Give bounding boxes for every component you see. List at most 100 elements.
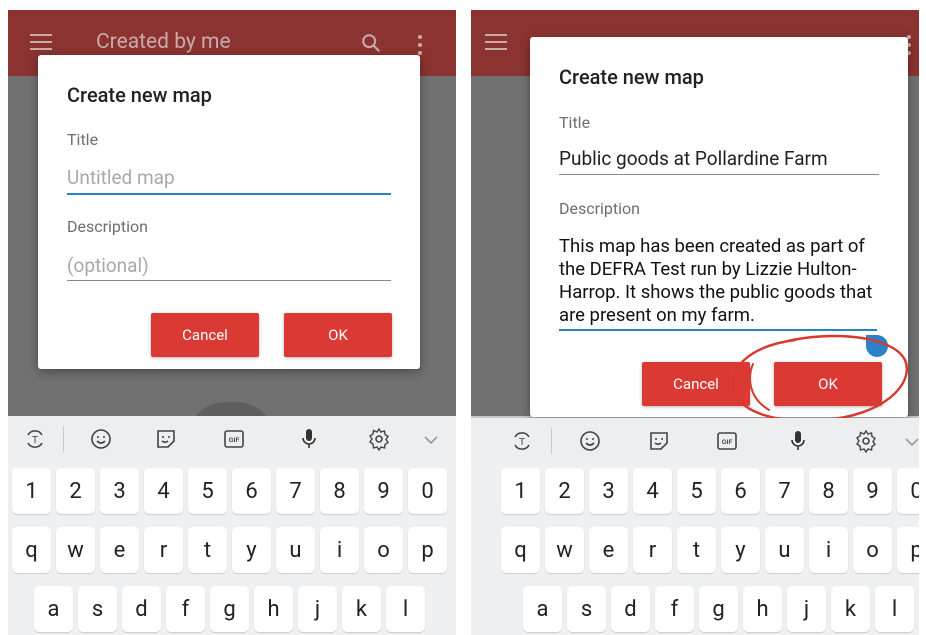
key[interactable]: l bbox=[875, 586, 914, 632]
key[interactable]: y bbox=[721, 527, 760, 573]
chevron-down-icon[interactable] bbox=[899, 428, 919, 454]
key[interactable]: k bbox=[831, 586, 870, 632]
key[interactable]: q bbox=[501, 527, 540, 573]
key[interactable]: p bbox=[897, 527, 919, 573]
key[interactable]: 2 bbox=[56, 468, 95, 514]
key[interactable]: u bbox=[276, 527, 315, 573]
settings-icon[interactable] bbox=[853, 428, 879, 454]
gif-icon[interactable]: GIF bbox=[221, 426, 247, 452]
cancel-button[interactable]: Cancel bbox=[151, 313, 259, 357]
key[interactable]: 1 bbox=[501, 468, 540, 514]
key[interactable]: k bbox=[342, 586, 381, 632]
key[interactable]: i bbox=[809, 527, 848, 573]
key[interactable]: f bbox=[166, 586, 205, 632]
key[interactable]: 3 bbox=[100, 468, 139, 514]
key[interactable]: o bbox=[364, 527, 403, 573]
key[interactable]: u bbox=[765, 527, 804, 573]
gif-icon[interactable]: GIF bbox=[714, 428, 740, 454]
description-input-underline bbox=[67, 280, 391, 281]
key[interactable]: f bbox=[655, 586, 694, 632]
search-icon[interactable] bbox=[360, 32, 382, 54]
key[interactable]: d bbox=[611, 586, 650, 632]
emoji-icon[interactable] bbox=[577, 428, 603, 454]
key[interactable]: 1 bbox=[12, 468, 51, 514]
key[interactable]: 5 bbox=[188, 468, 227, 514]
key[interactable]: h bbox=[743, 586, 782, 632]
key[interactable]: 7 bbox=[276, 468, 315, 514]
ok-button[interactable]: OK bbox=[284, 313, 392, 357]
dialog-title: Create new map bbox=[559, 65, 704, 89]
key[interactable]: 6 bbox=[721, 468, 760, 514]
key[interactable]: l bbox=[386, 586, 425, 632]
key[interactable]: g bbox=[699, 586, 738, 632]
red-circle-annotation bbox=[731, 334, 908, 422]
key[interactable]: a bbox=[523, 586, 562, 632]
key[interactable]: 8 bbox=[320, 468, 359, 514]
text-translate-icon[interactable]: T bbox=[509, 428, 535, 454]
key[interactable]: t bbox=[677, 527, 716, 573]
key[interactable]: 9 bbox=[364, 468, 403, 514]
key[interactable]: 6 bbox=[232, 468, 271, 514]
key[interactable]: w bbox=[545, 527, 584, 573]
key[interactable]: d bbox=[122, 586, 161, 632]
key[interactable]: t bbox=[188, 527, 227, 573]
text-translate-icon[interactable]: T bbox=[22, 426, 48, 452]
key[interactable]: 5 bbox=[677, 468, 716, 514]
key[interactable]: 9 bbox=[853, 468, 892, 514]
toolbar-divider bbox=[63, 426, 64, 452]
title-input[interactable]: Public goods at Pollardine Farm bbox=[559, 146, 879, 171]
key[interactable]: 8 bbox=[809, 468, 848, 514]
title-input-underline bbox=[559, 174, 879, 175]
key[interactable]: s bbox=[567, 586, 606, 632]
keyboard-toolbar: T GIF bbox=[471, 418, 919, 464]
keyboard-toolbar: T GIF bbox=[8, 416, 456, 462]
menu-icon[interactable] bbox=[30, 34, 52, 50]
more-options-icon[interactable] bbox=[418, 35, 424, 55]
soft-keyboard: T GIF 1 2 3 4 5 6 7 8 9 0 q w e r t y u … bbox=[471, 418, 919, 635]
svg-text:T: T bbox=[519, 437, 525, 448]
microphone-icon[interactable] bbox=[296, 426, 322, 452]
dialog-title: Create new map bbox=[67, 83, 212, 107]
key[interactable]: g bbox=[210, 586, 249, 632]
description-input[interactable] bbox=[67, 253, 391, 278]
key[interactable]: r bbox=[144, 527, 183, 573]
emoji-icon[interactable] bbox=[88, 426, 114, 452]
key[interactable]: p bbox=[408, 527, 447, 573]
key[interactable]: w bbox=[56, 527, 95, 573]
description-label: Description bbox=[67, 217, 148, 236]
key[interactable]: 7 bbox=[765, 468, 804, 514]
key[interactable]: h bbox=[254, 586, 293, 632]
key[interactable]: 0 bbox=[897, 468, 919, 514]
create-map-dialog: Create new map Title Description Cancel … bbox=[38, 55, 420, 369]
key[interactable]: 2 bbox=[545, 468, 584, 514]
title-input-underline bbox=[67, 193, 391, 195]
microphone-icon[interactable] bbox=[785, 428, 811, 454]
key[interactable]: j bbox=[298, 586, 337, 632]
settings-icon[interactable] bbox=[366, 426, 392, 452]
sticker-icon[interactable] bbox=[153, 426, 179, 452]
chevron-down-icon[interactable] bbox=[418, 426, 444, 452]
description-input[interactable]: This map has been created as part of the… bbox=[559, 235, 879, 327]
menu-icon[interactable] bbox=[485, 34, 507, 50]
key[interactable]: r bbox=[633, 527, 672, 573]
sticker-icon[interactable] bbox=[646, 428, 672, 454]
svg-text:GIF: GIF bbox=[229, 437, 240, 444]
key[interactable]: q bbox=[12, 527, 51, 573]
key[interactable]: 4 bbox=[144, 468, 183, 514]
key[interactable]: y bbox=[232, 527, 271, 573]
key[interactable]: 0 bbox=[408, 468, 447, 514]
key[interactable]: j bbox=[787, 586, 826, 632]
key[interactable]: i bbox=[320, 527, 359, 573]
right-phone-screen: Create new map Title Public goods at Pol… bbox=[471, 10, 919, 635]
key[interactable]: o bbox=[853, 527, 892, 573]
key[interactable]: e bbox=[100, 527, 139, 573]
key[interactable]: 3 bbox=[589, 468, 628, 514]
key[interactable]: a bbox=[34, 586, 73, 632]
left-phone-screen: Created by me Create new map Title Descr… bbox=[8, 10, 456, 635]
key[interactable]: e bbox=[589, 527, 628, 573]
key[interactable]: 4 bbox=[633, 468, 672, 514]
soft-keyboard: T GIF 1 2 3 4 5 6 7 8 9 0 q w e r t y u … bbox=[8, 416, 456, 635]
title-label: Title bbox=[559, 113, 591, 132]
title-input[interactable] bbox=[67, 165, 391, 190]
key[interactable]: s bbox=[78, 586, 117, 632]
